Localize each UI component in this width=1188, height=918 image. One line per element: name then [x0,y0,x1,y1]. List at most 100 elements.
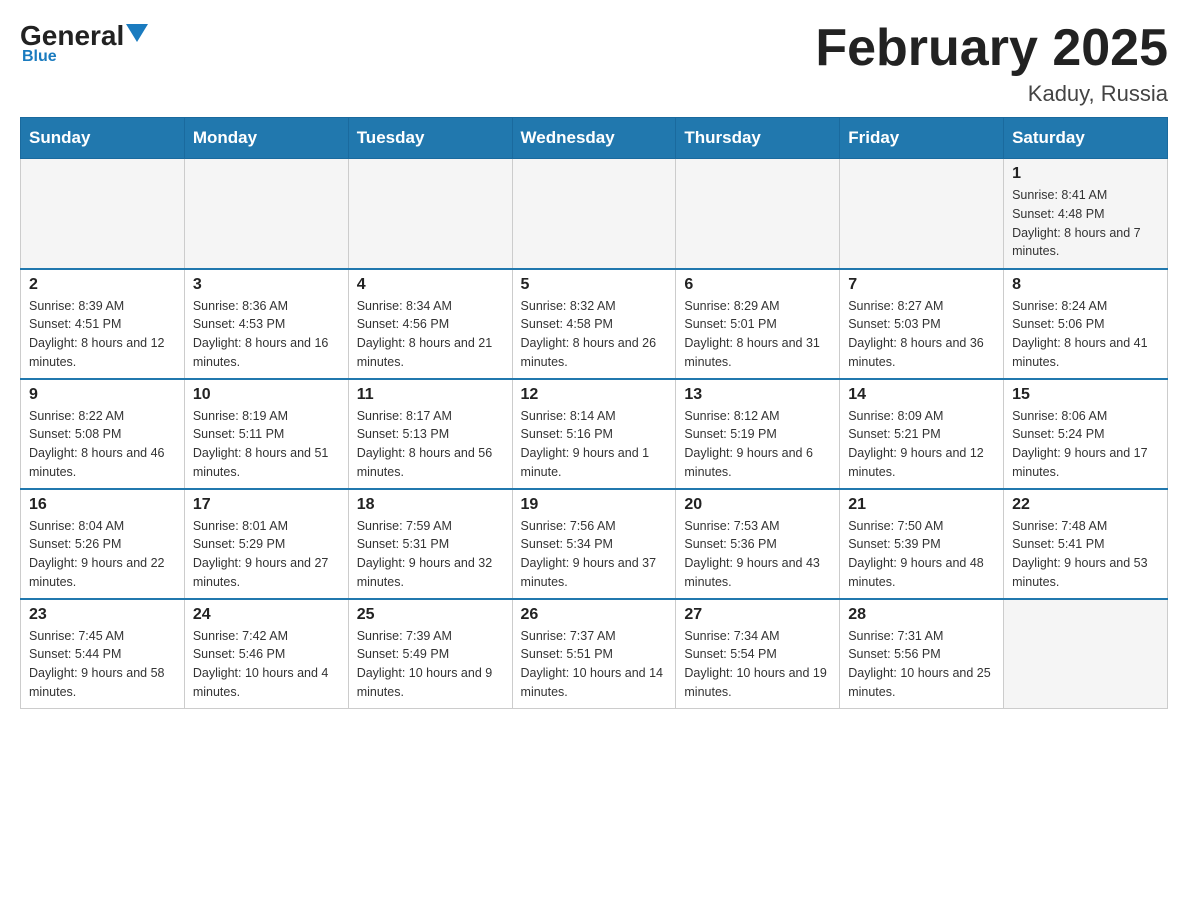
day-number: 13 [684,386,831,404]
day-info: Sunrise: 7:31 AM Sunset: 5:56 PM Dayligh… [848,627,995,702]
day-number: 7 [848,276,995,294]
week-row-3: 9 Sunrise: 8:22 AM Sunset: 5:08 PM Daylig… [21,379,1168,489]
day-cell [840,159,1004,269]
day-number: 18 [357,496,504,514]
day-cell: 16 Sunrise: 8:04 AM Sunset: 5:26 PM Dayli… [21,489,185,599]
day-info: Sunrise: 8:04 AM Sunset: 5:26 PM Dayligh… [29,517,176,592]
day-cell: 7 Sunrise: 8:27 AM Sunset: 5:03 PM Daylig… [840,269,1004,379]
day-info: Sunrise: 8:06 AM Sunset: 5:24 PM Dayligh… [1012,407,1159,482]
month-title: February 2025 [815,20,1168,77]
day-number: 3 [193,276,340,294]
day-number: 24 [193,606,340,624]
header-sunday: Sunday [21,118,185,159]
day-cell [1004,599,1168,709]
day-info: Sunrise: 8:14 AM Sunset: 5:16 PM Dayligh… [521,407,668,482]
calendar-table: SundayMondayTuesdayWednesdayThursdayFrid… [20,117,1168,709]
day-number: 21 [848,496,995,514]
day-cell [184,159,348,269]
day-info: Sunrise: 7:48 AM Sunset: 5:41 PM Dayligh… [1012,517,1159,592]
header-thursday: Thursday [676,118,840,159]
day-info: Sunrise: 8:09 AM Sunset: 5:21 PM Dayligh… [848,407,995,482]
day-cell: 28 Sunrise: 7:31 AM Sunset: 5:56 PM Dayli… [840,599,1004,709]
day-info: Sunrise: 7:39 AM Sunset: 5:49 PM Dayligh… [357,627,504,702]
day-number: 4 [357,276,504,294]
day-cell: 21 Sunrise: 7:50 AM Sunset: 5:39 PM Dayli… [840,489,1004,599]
day-number: 16 [29,496,176,514]
day-cell: 3 Sunrise: 8:36 AM Sunset: 4:53 PM Daylig… [184,269,348,379]
calendar-header-row: SundayMondayTuesdayWednesdayThursdayFrid… [21,118,1168,159]
day-number: 5 [521,276,668,294]
day-number: 1 [1012,165,1159,183]
day-cell: 17 Sunrise: 8:01 AM Sunset: 5:29 PM Dayli… [184,489,348,599]
day-cell: 5 Sunrise: 8:32 AM Sunset: 4:58 PM Daylig… [512,269,676,379]
day-cell: 24Sunrise: 7:42 AM Sunset: 5:46 PM Dayli… [184,599,348,709]
day-cell: 15 Sunrise: 8:06 AM Sunset: 5:24 PM Dayli… [1004,379,1168,489]
page-header: General Blue February 2025 Kaduy, Russia [20,20,1168,107]
day-number: 19 [521,496,668,514]
day-cell: 1 Sunrise: 8:41 AM Sunset: 4:48 PM Daylig… [1004,159,1168,269]
day-number: 2 [29,276,176,294]
day-info: Sunrise: 8:17 AM Sunset: 5:13 PM Dayligh… [357,407,504,482]
day-number: 11 [357,386,504,404]
day-info: Sunrise: 7:45 AM Sunset: 5:44 PM Dayligh… [29,627,176,702]
logo-blue-text: Blue [20,48,57,66]
header-monday: Monday [184,118,348,159]
day-info: Sunrise: 8:32 AM Sunset: 4:58 PM Dayligh… [521,297,668,372]
day-cell: 6 Sunrise: 8:29 AM Sunset: 5:01 PM Daylig… [676,269,840,379]
day-number: 6 [684,276,831,294]
day-cell: 23 Sunrise: 7:45 AM Sunset: 5:44 PM Dayli… [21,599,185,709]
day-number: 22 [1012,496,1159,514]
day-number: 14 [848,386,995,404]
day-info: Sunrise: 8:27 AM Sunset: 5:03 PM Dayligh… [848,297,995,372]
day-cell: 13 Sunrise: 8:12 AM Sunset: 5:19 PM Dayli… [676,379,840,489]
day-cell: 27 Sunrise: 7:34 AM Sunset: 5:54 PM Dayli… [676,599,840,709]
day-info: Sunrise: 7:59 AM Sunset: 5:31 PM Dayligh… [357,517,504,592]
day-cell: 12Sunrise: 8:14 AM Sunset: 5:16 PM Dayli… [512,379,676,489]
day-cell: 10 Sunrise: 8:19 AM Sunset: 5:11 PM Dayli… [184,379,348,489]
day-cell: 4Sunrise: 8:34 AM Sunset: 4:56 PM Daylig… [348,269,512,379]
day-cell: 22 Sunrise: 7:48 AM Sunset: 5:41 PM Dayli… [1004,489,1168,599]
day-info: Sunrise: 8:29 AM Sunset: 5:01 PM Dayligh… [684,297,831,372]
title-block: February 2025 Kaduy, Russia [815,20,1168,107]
day-number: 25 [357,606,504,624]
day-number: 9 [29,386,176,404]
week-row-1: 1 Sunrise: 8:41 AM Sunset: 4:48 PM Daylig… [21,159,1168,269]
day-cell: 11 Sunrise: 8:17 AM Sunset: 5:13 PM Dayli… [348,379,512,489]
day-number: 15 [1012,386,1159,404]
week-row-4: 16 Sunrise: 8:04 AM Sunset: 5:26 PM Dayli… [21,489,1168,599]
day-info: Sunrise: 7:50 AM Sunset: 5:39 PM Dayligh… [848,517,995,592]
day-info: Sunrise: 7:37 AM Sunset: 5:51 PM Dayligh… [521,627,668,702]
day-info: Sunrise: 8:24 AM Sunset: 5:06 PM Dayligh… [1012,297,1159,372]
location-title: Kaduy, Russia [815,81,1168,107]
day-number: 26 [521,606,668,624]
day-info: Sunrise: 7:53 AM Sunset: 5:36 PM Dayligh… [684,517,831,592]
day-cell: 25 Sunrise: 7:39 AM Sunset: 5:49 PM Dayli… [348,599,512,709]
day-info: Sunrise: 8:01 AM Sunset: 5:29 PM Dayligh… [193,517,340,592]
logo: General Blue [20,20,148,66]
day-info: Sunrise: 7:34 AM Sunset: 5:54 PM Dayligh… [684,627,831,702]
day-cell [348,159,512,269]
day-cell: 14 Sunrise: 8:09 AM Sunset: 5:21 PM Dayli… [840,379,1004,489]
logo-triangle-icon [126,24,148,42]
day-number: 17 [193,496,340,514]
day-info: Sunrise: 8:41 AM Sunset: 4:48 PM Dayligh… [1012,186,1159,261]
day-cell [512,159,676,269]
day-number: 10 [193,386,340,404]
day-info: Sunrise: 8:19 AM Sunset: 5:11 PM Dayligh… [193,407,340,482]
day-info: Sunrise: 8:39 AM Sunset: 4:51 PM Dayligh… [29,297,176,372]
header-tuesday: Tuesday [348,118,512,159]
day-cell: 19 Sunrise: 7:56 AM Sunset: 5:34 PM Dayli… [512,489,676,599]
day-info: Sunrise: 8:22 AM Sunset: 5:08 PM Dayligh… [29,407,176,482]
day-cell: 20Sunrise: 7:53 AM Sunset: 5:36 PM Dayli… [676,489,840,599]
day-cell [676,159,840,269]
day-info: Sunrise: 8:36 AM Sunset: 4:53 PM Dayligh… [193,297,340,372]
day-info: Sunrise: 8:12 AM Sunset: 5:19 PM Dayligh… [684,407,831,482]
day-number: 27 [684,606,831,624]
day-number: 23 [29,606,176,624]
week-row-2: 2 Sunrise: 8:39 AM Sunset: 4:51 PM Daylig… [21,269,1168,379]
day-cell: 26 Sunrise: 7:37 AM Sunset: 5:51 PM Dayli… [512,599,676,709]
day-number: 28 [848,606,995,624]
day-info: Sunrise: 7:56 AM Sunset: 5:34 PM Dayligh… [521,517,668,592]
day-cell: 9 Sunrise: 8:22 AM Sunset: 5:08 PM Daylig… [21,379,185,489]
day-cell: 2 Sunrise: 8:39 AM Sunset: 4:51 PM Daylig… [21,269,185,379]
